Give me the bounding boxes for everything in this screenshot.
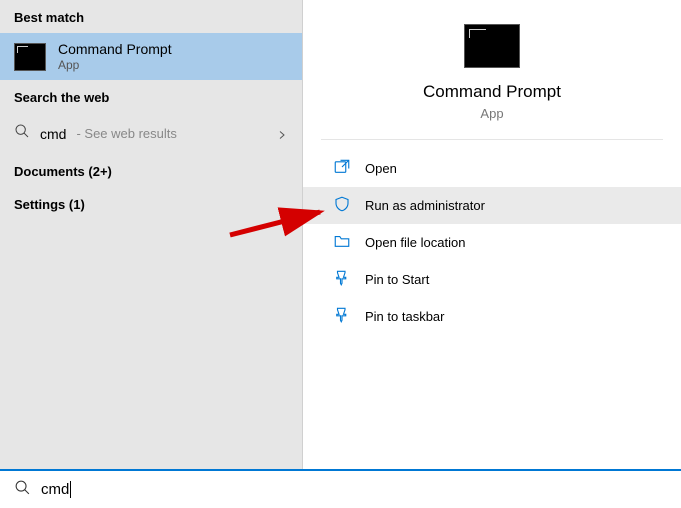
preview-panel: Command Prompt App Open Run as administr… bbox=[302, 0, 681, 469]
action-open[interactable]: Open bbox=[303, 150, 681, 187]
search-web-header: Search the web bbox=[0, 80, 302, 113]
action-pin-start-label: Pin to Start bbox=[365, 272, 429, 287]
action-open-file-location[interactable]: Open file location bbox=[303, 224, 681, 261]
preview-title: Command Prompt bbox=[423, 82, 561, 102]
search-icon bbox=[14, 123, 30, 144]
search-input[interactable]: cmd bbox=[41, 481, 71, 499]
chevron-right-icon bbox=[276, 128, 288, 140]
settings-header[interactable]: Settings (1) bbox=[0, 187, 302, 220]
action-location-label: Open file location bbox=[365, 235, 465, 250]
search-results-panel: Best match Command Prompt App Search the… bbox=[0, 0, 302, 469]
search-web-item[interactable]: cmd - See web results bbox=[0, 113, 302, 154]
action-run-as-administrator[interactable]: Run as administrator bbox=[303, 187, 681, 224]
result-subtitle: App bbox=[58, 58, 172, 72]
pin-taskbar-icon bbox=[333, 306, 351, 327]
action-pin-to-start[interactable]: Pin to Start bbox=[303, 261, 681, 298]
result-title: Command Prompt bbox=[58, 41, 172, 57]
pin-icon bbox=[333, 269, 351, 290]
open-icon bbox=[333, 158, 351, 179]
result-command-prompt[interactable]: Command Prompt App bbox=[0, 33, 302, 80]
command-prompt-large-icon bbox=[464, 24, 520, 68]
web-query-text: cmd bbox=[40, 126, 66, 142]
web-hint-text: - See web results bbox=[76, 126, 176, 141]
preview-section: Command Prompt App bbox=[321, 0, 663, 140]
actions-list: Open Run as administrator Open file loca… bbox=[303, 140, 681, 345]
best-match-header: Best match bbox=[0, 0, 302, 33]
action-open-label: Open bbox=[365, 161, 397, 176]
folder-icon bbox=[333, 232, 351, 253]
action-pin-to-taskbar[interactable]: Pin to taskbar bbox=[303, 298, 681, 335]
search-icon bbox=[14, 479, 31, 501]
command-prompt-icon bbox=[14, 43, 46, 71]
text-cursor bbox=[70, 481, 71, 498]
result-text: Command Prompt App bbox=[58, 41, 172, 72]
documents-header[interactable]: Documents (2+) bbox=[0, 154, 302, 187]
action-run-admin-label: Run as administrator bbox=[365, 198, 485, 213]
search-bar[interactable]: cmd bbox=[0, 471, 681, 508]
action-pin-taskbar-label: Pin to taskbar bbox=[365, 309, 445, 324]
preview-subtitle: App bbox=[480, 106, 503, 121]
shield-icon bbox=[333, 195, 351, 216]
